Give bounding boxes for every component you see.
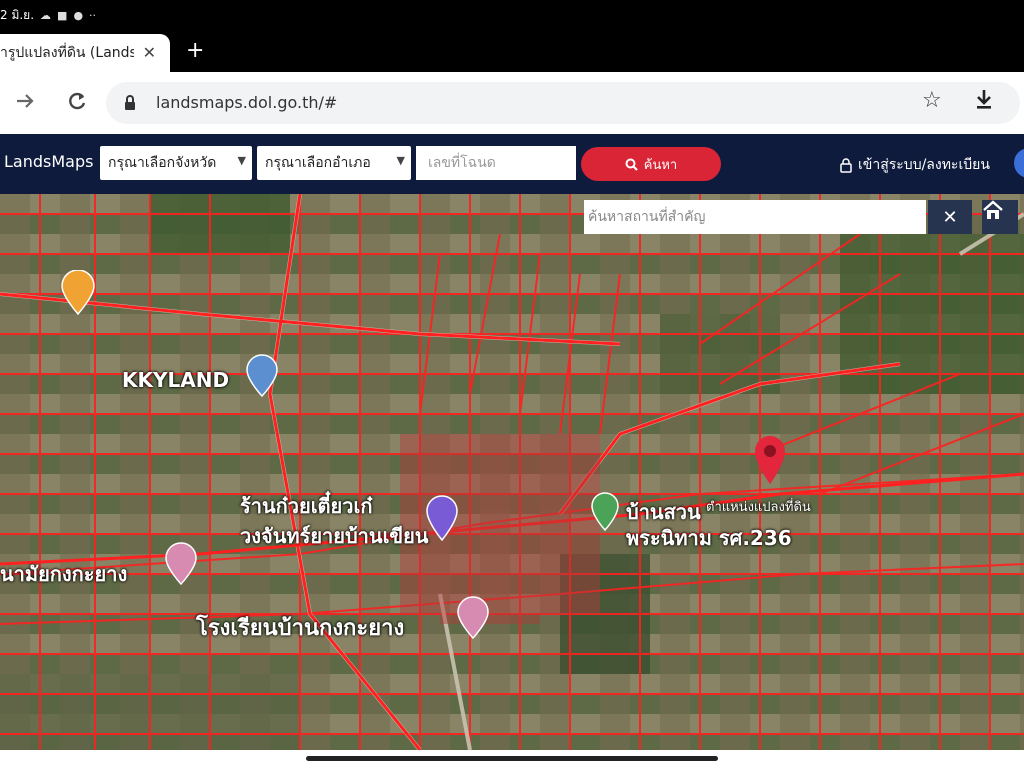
new-tab-button[interactable]: + [186,40,204,62]
map-label-temple: พระนิทาม รศ.236 [626,526,792,550]
map-label-shop: ร้านก๋วยเตี๋ยวเก๋ [240,494,373,518]
chevron-down-icon: ▼ [396,154,405,167]
location-pin-icon[interactable] [752,434,788,486]
url-text: landsmaps.dol.go.th/# [156,93,338,112]
map-label-kkyland: KKYLAND [122,368,230,392]
messenger-icon: ● [73,8,84,22]
bookmark-star-icon[interactable]: ☆ [922,88,942,113]
map-label-shop2: วงจันทร์ยายบ้านเขียน [240,524,429,548]
forward-icon[interactable] [14,90,36,118]
user-menu-button[interactable] [1014,148,1024,178]
home-icon [983,200,1003,219]
province-select[interactable]: กรุณาเลือกจังหวัด ▼ [100,146,252,180]
village-pin-icon[interactable] [590,492,620,532]
hospital-pin-icon[interactable] [164,542,198,586]
chevron-down-icon: ▼ [237,154,246,167]
clear-search-button[interactable]: ✕ [928,200,972,234]
home-indicator[interactable] [306,756,718,761]
facebook-icon: ■ [57,8,68,22]
brand-logo[interactable]: LandsMaps [4,152,93,171]
place-search-input[interactable] [584,200,926,234]
home-button[interactable] [982,200,1018,234]
login-link[interactable]: เข้าสู่ระบบ/ลงทะเบียน [840,154,990,176]
tab-strip: ารูปแปลงที่ดิน (Lands ✕ + [0,30,1024,72]
cloud-icon: ☁ [40,8,52,22]
status-bar: 2 มิ.ย. ☁ ■ ● ·· [0,0,1024,30]
restaurant-pin-icon[interactable] [60,270,96,316]
map-view[interactable]: ✕ KKYLAND ร้านก๋วยเตี๋ยวเก๋ วงจันทร์ยายบ… [0,194,1024,750]
close-tab-icon[interactable]: ✕ [143,43,156,62]
map-label-health: นามัยกงกะยาง [0,562,128,586]
map-label-parcel: ตำแหน่งแปลงที่ดิน [706,500,811,515]
status-time: 2 มิ.ย. [0,7,35,22]
landsmaps-header: LandsMaps กรุณาเลือกจังหวัด ▼ กรุณาเลือก… [0,134,1024,194]
login-label: เข้าสู่ระบบ/ลงทะเบียน [858,157,990,173]
school-pin-icon[interactable] [456,596,490,640]
browser-toolbar: landsmaps.dol.go.th/# ☆ [0,72,1024,134]
map-label-school: โรงเรียนบ้านกงกะยาง [196,616,405,641]
search-icon [625,158,638,171]
deed-number-input[interactable] [416,146,576,180]
close-icon: ✕ [942,206,958,228]
tab-title: ารูปแปลงที่ดิน (Lands [0,45,134,61]
address-bar[interactable]: landsmaps.dol.go.th/# ☆ [106,82,1020,124]
search-button[interactable]: ค้นหา [581,147,721,181]
lock-icon [840,157,852,173]
shop-pin-icon[interactable] [424,494,460,542]
more-icon: ·· [89,8,97,22]
shop-pin-icon[interactable] [244,354,280,398]
district-select-value: กรุณาเลือกอำเภอ [265,155,371,171]
browser-tab[interactable]: ารูปแปลงที่ดิน (Lands ✕ [0,34,170,72]
system-nav-bar [0,750,1024,768]
search-button-label: ค้นหา [643,157,678,173]
satellite-map [0,194,1024,750]
reload-icon[interactable] [66,90,88,118]
download-icon[interactable] [974,88,994,116]
district-select[interactable]: กรุณาเลือกอำเภอ ▼ [257,146,411,180]
province-select-value: กรุณาเลือกจังหวัด [108,155,217,171]
lock-icon [124,95,136,115]
